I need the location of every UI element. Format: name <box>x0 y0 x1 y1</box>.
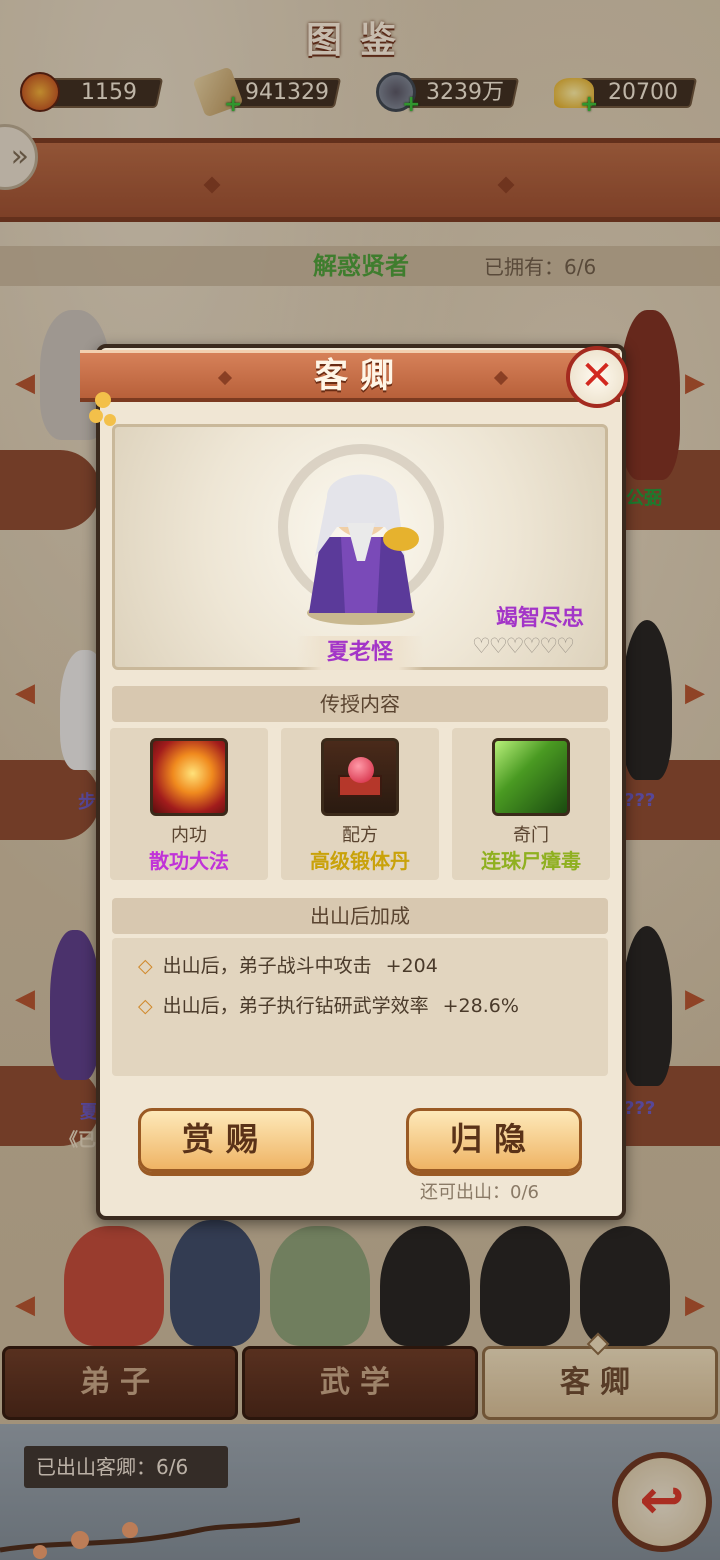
close-button[interactable]: ✕ <box>566 346 628 408</box>
skill-card-qimen[interactable]: 奇门 连珠尸瘴毒 <box>452 728 610 880</box>
poison-bolts-icon <box>492 738 570 816</box>
pill-box-icon <box>321 738 399 816</box>
skill-kind: 奇门 <box>513 825 549 846</box>
skill-name: 连珠尸瘴毒 <box>481 849 581 873</box>
bonus-value: +28.6% <box>442 995 519 1017</box>
titlebar-ornament <box>493 370 509 386</box>
diamond-bullet-icon: ◇ <box>138 955 153 977</box>
dialog-title: 客卿 <box>314 356 406 396</box>
titlebar-ornament <box>217 370 233 386</box>
character-name: 夏老怪 <box>296 636 424 670</box>
skill-name: 散功大法 <box>149 849 229 873</box>
skill-card-recipe[interactable]: 配方 高级锻体丹 <box>281 728 439 880</box>
sun-burst-icon <box>150 738 228 816</box>
skill-kind: 配方 <box>342 825 378 846</box>
bonus-value: +204 <box>385 955 438 977</box>
bonus-text: 出山后，弟子战斗中攻击 <box>162 955 372 977</box>
reward-button[interactable]: 赏赐 <box>138 1108 314 1172</box>
skill-name: 高级锻体丹 <box>310 849 410 873</box>
skill-kind: 内功 <box>171 825 207 846</box>
loyalty-hearts: ♡♡♡♡♡♡ <box>472 634 575 658</box>
skill-card-internal[interactable]: 内功 散功大法 <box>110 728 268 880</box>
bonus-section-header: 出山后加成 <box>112 898 608 934</box>
teach-section-header: 传授内容 <box>112 686 608 722</box>
remaining-deployments: 还可出山：0/6 <box>420 1182 539 1203</box>
loyalty-label: 竭智尽忠 <box>495 606 584 631</box>
bonus-item: ◇ 出山后，弟子战斗中攻击 +204 <box>138 952 598 980</box>
diamond-bullet-icon: ◇ <box>138 995 153 1017</box>
retire-button[interactable]: 归隐 <box>406 1108 582 1172</box>
bonus-item: ◇ 出山后，弟子执行钻研武学效率 +28.6% <box>138 992 598 1020</box>
bonus-text: 出山后，弟子执行钻研武学效率 <box>162 995 429 1017</box>
